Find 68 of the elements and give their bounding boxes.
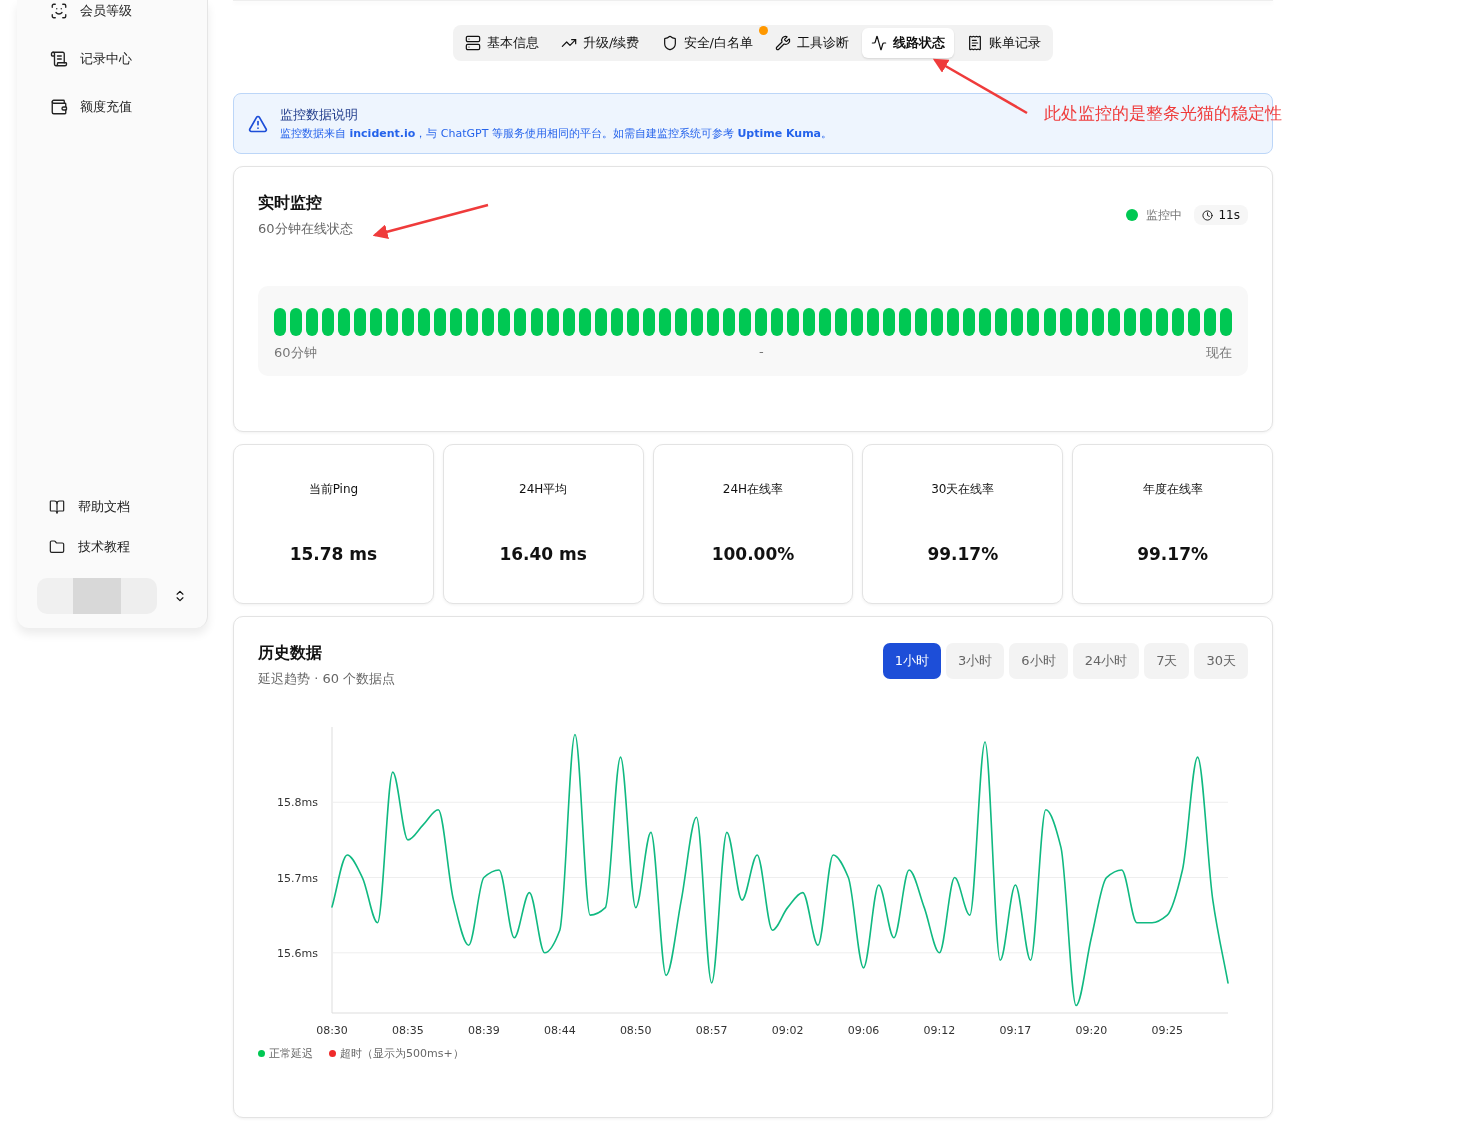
scroll-icon <box>50 50 68 68</box>
tab[interactable]: 安全/白名单 <box>652 28 762 58</box>
card-title: 实时监控 <box>258 193 323 214</box>
tab[interactable]: 线路状态 <box>861 28 954 58</box>
wrench-icon <box>774 35 791 51</box>
range-button[interactable]: 1小时 <box>882 643 942 679</box>
tab[interactable]: 账单记录 <box>957 28 1050 58</box>
x-axis-label: 09:25 <box>1151 1024 1184 1037</box>
stat-label: 年度在线率 <box>1142 481 1203 498</box>
sidebar-link[interactable]: 帮助文档 <box>49 498 207 516</box>
range-button[interactable]: 30天 <box>1194 643 1248 679</box>
server-icon <box>465 35 482 51</box>
stat-label: 30天在线率 <box>931 481 995 498</box>
axis-label: 现在 <box>1206 344 1232 362</box>
tab[interactable]: 工具诊断 <box>765 28 858 58</box>
range-button[interactable]: 7天 <box>1144 643 1190 679</box>
x-axis-label: 08:30 <box>316 1024 348 1037</box>
card-title: 历史数据 <box>258 643 323 664</box>
interval-badge: 11s <box>1194 205 1248 225</box>
x-axis-label: 08:39 <box>468 1024 500 1037</box>
y-axis-label: 15.8ms <box>277 796 318 810</box>
pulse-icon <box>870 35 887 51</box>
sidebar-item[interactable]: 额度充值 <box>50 98 207 116</box>
shield-icon <box>661 35 678 51</box>
range-button[interactable]: 6小时 <box>1009 643 1068 679</box>
card-subtitle: 延迟趋势 · 60 个数据点 <box>258 670 396 688</box>
x-axis-label: 09:12 <box>923 1024 956 1037</box>
stat-label: 24H平均 <box>519 481 568 498</box>
legend-label: 正常延迟 <box>269 1046 313 1061</box>
receipt-icon <box>966 35 983 51</box>
clock-icon <box>1202 209 1214 221</box>
stat-value: 16.40 ms <box>499 544 587 564</box>
x-axis-label: 09:02 <box>771 1024 804 1037</box>
x-axis-label: 08:44 <box>543 1024 576 1037</box>
notice-text: 监控数据来自 incident.io，与 ChatGPT 等服务使用相同的平台。如需自建监控系统可参考 Uptime Kuma。 <box>280 126 833 141</box>
status-text: 监控中 <box>1146 206 1183 224</box>
sidebar-link[interactable]: 技术教程 <box>49 538 207 556</box>
annotation-text: 此处监控的是整条光猫的稳定性 <box>1044 102 1282 125</box>
stat-value: 100.00% <box>711 544 795 564</box>
stat-value: 15.78 ms <box>289 544 378 564</box>
x-axis-label: 09:20 <box>1075 1024 1108 1037</box>
sidebar-item[interactable]: 记录中心 <box>50 50 207 68</box>
x-axis-label: 09:17 <box>999 1024 1032 1037</box>
x-axis-label: 08:50 <box>619 1024 652 1037</box>
stat-label: 当前Ping <box>308 481 359 498</box>
range-button[interactable]: 24小时 <box>1072 643 1140 679</box>
y-axis-label: 15.7ms <box>277 871 318 885</box>
stat-value: 99.17% <box>1137 544 1208 564</box>
wallet-icon <box>50 98 68 116</box>
folder-icon <box>49 539 65 555</box>
card-subtitle: 60分钟在线状态 <box>258 220 353 238</box>
range-button[interactable]: 3小时 <box>946 643 1005 679</box>
tab[interactable]: 基本信息 <box>456 28 549 58</box>
stat-label: 24H在线率 <box>722 481 784 498</box>
axis-label: - <box>758 344 764 361</box>
x-axis-label: 08:35 <box>392 1024 424 1037</box>
legend-label: 超时（显示为500ms+） <box>340 1046 464 1061</box>
x-axis-label: 08:57 <box>695 1024 728 1037</box>
axis-label: 60分钟 <box>274 344 317 362</box>
notice-title: 监控数据说明 <box>280 106 359 124</box>
x-axis-label: 09:06 <box>847 1024 880 1037</box>
stat-value: 99.17% <box>927 544 999 564</box>
y-axis-label: 15.6ms <box>277 946 318 960</box>
book-icon <box>49 499 65 515</box>
warning-icon <box>248 113 268 134</box>
sidebar-item[interactable]: 会员等级 <box>50 2 207 20</box>
scan-icon <box>50 2 68 20</box>
tab[interactable]: 升级/续费 <box>552 28 649 58</box>
